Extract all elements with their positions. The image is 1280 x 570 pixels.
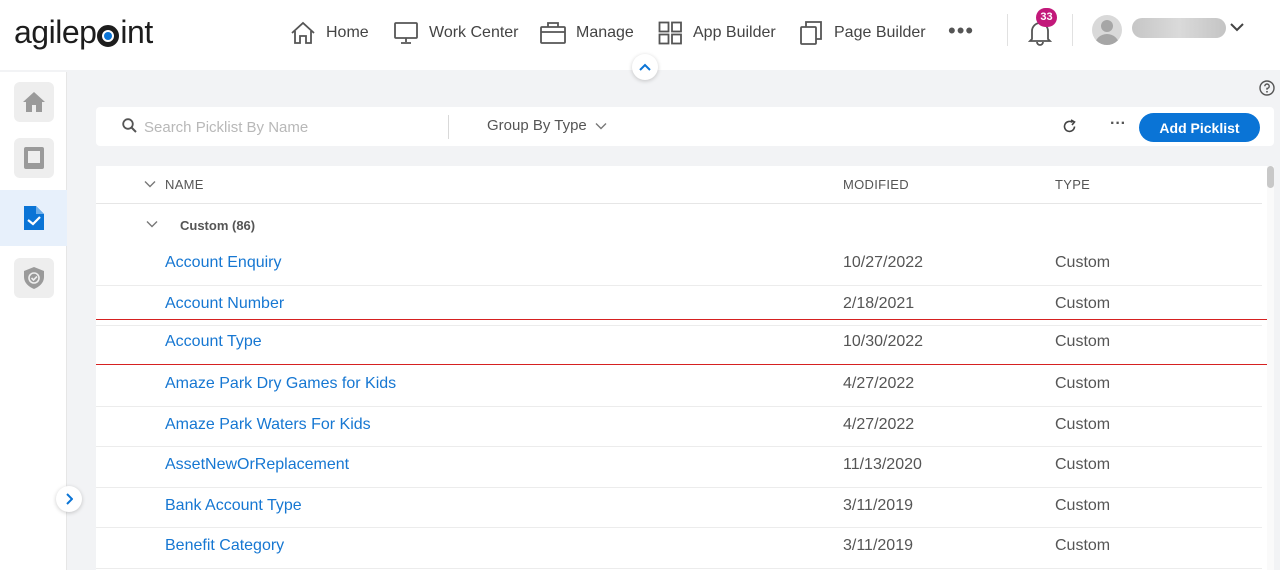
home-icon: [22, 92, 45, 112]
picklist-type: Custom: [1055, 415, 1111, 433]
nav-manage-label: Manage: [576, 24, 634, 41]
collapse-all-chevron-icon[interactable]: [144, 180, 156, 188]
modified-date: 3/11/2019: [843, 537, 913, 554]
help-icon[interactable]: [1259, 80, 1275, 96]
notification-badge: 33: [1036, 8, 1057, 27]
table-row[interactable]: Bank Account Type 3/11/2019 Custom: [96, 488, 1262, 528]
table-row[interactable]: Benefit Category 3/11/2019 Custom: [96, 528, 1262, 569]
top-bar: agilep int Home Work Center Manage App Bu…: [0, 0, 1280, 80]
picklist-name-link[interactable]: Account Type: [165, 333, 262, 351]
picklist-toolbar: Group By Type ··· Add Picklist: [96, 107, 1274, 146]
add-picklist-button[interactable]: Add Picklist: [1139, 113, 1260, 142]
chevron-down-icon: [146, 221, 158, 228]
rail-item-work-center[interactable]: [0, 130, 67, 186]
toolbar-divider: [448, 115, 449, 139]
user-icon: [1095, 20, 1119, 45]
collapse-header-button[interactable]: [632, 54, 658, 80]
nav-page-builder[interactable]: Page Builder: [799, 18, 926, 48]
chevron-down-icon: [595, 122, 607, 129]
rail-tile: [14, 198, 54, 238]
rail-tile: [13, 82, 54, 122]
group-by-label: Group By Type: [487, 117, 587, 134]
nav-home[interactable]: Home: [290, 18, 369, 48]
modified-date: 4/27/2022: [843, 415, 915, 433]
rail-tile: [13, 138, 54, 178]
nav-divider: [1007, 14, 1008, 46]
user-name-redacted[interactable]: [1132, 18, 1226, 38]
picklist-name-link[interactable]: Amaze Park Dry Games for Kids: [165, 375, 396, 393]
logo-text-start: agilep: [14, 14, 97, 50]
modified-date: 4/27/2022: [843, 375, 915, 392]
picklist-type: Custom: [1055, 333, 1111, 350]
left-rail: [0, 72, 82, 570]
modified-date: 11/13/2020: [843, 456, 922, 473]
picklist-type: Custom: [1055, 294, 1111, 312]
nav-manage[interactable]: Manage: [540, 18, 634, 48]
logo-o-icon: [97, 24, 120, 47]
briefcase-icon: [540, 22, 566, 44]
picklist-type: Custom: [1055, 254, 1111, 271]
picklist-icon: [23, 206, 44, 230]
table-row[interactable]: Amaze Park Dry Games for Kids 4/27/2022 …: [96, 366, 1262, 407]
home-icon: [291, 21, 315, 44]
picklist-table: NAME MODIFIED TYPE Custom (86) Account E…: [96, 166, 1274, 570]
agilepoint-logo[interactable]: agilep int: [14, 14, 153, 51]
scrollbar-thumb[interactable]: [1267, 166, 1274, 188]
group-row-custom[interactable]: Custom (86): [96, 205, 1262, 245]
column-header-name[interactable]: NAME: [165, 177, 204, 192]
nav-work-center[interactable]: Work Center: [393, 18, 519, 48]
picklist-name-link[interactable]: Account Number: [165, 295, 284, 313]
table-row[interactable]: AssetNewOrReplacement 11/13/2020 Custom: [96, 447, 1262, 488]
picklist-name-link[interactable]: Bank Account Type: [165, 497, 302, 515]
picklist-name-link[interactable]: Amaze Park Waters For Kids: [165, 416, 371, 434]
refresh-icon[interactable]: [1062, 119, 1077, 134]
picklist-type: Custom: [1055, 496, 1111, 514]
search-icon: [122, 118, 137, 133]
rail-tile: [13, 258, 54, 298]
column-header-modified[interactable]: MODIFIED: [843, 177, 909, 192]
table-row[interactable]: Account Enquiry 10/27/2022 Custom: [96, 245, 1262, 286]
chevron-down-icon[interactable]: [1230, 22, 1244, 32]
column-header-type[interactable]: TYPE: [1055, 177, 1090, 192]
search-input[interactable]: [144, 115, 434, 139]
picklist-type: Custom: [1055, 375, 1111, 392]
chevron-up-icon: [639, 63, 651, 71]
monitor-icon: [394, 22, 418, 44]
nav-work-center-label: Work Center: [429, 24, 519, 41]
modified-date: 3/11/2019: [843, 496, 913, 514]
nav-app-builder[interactable]: App Builder: [658, 18, 776, 48]
toolbar-more-icon[interactable]: ···: [1110, 115, 1126, 133]
avatar[interactable]: [1092, 15, 1122, 45]
modified-date: 10/27/2022: [843, 254, 924, 271]
table-row[interactable]: Amaze Park Waters For Kids 4/27/2022 Cus…: [96, 407, 1262, 447]
nav-divider: [1072, 14, 1073, 46]
table-header: NAME MODIFIED TYPE: [96, 166, 1262, 204]
group-label: Custom (86): [180, 218, 256, 233]
chevron-right-icon: [66, 493, 73, 505]
table-scrollbar[interactable]: [1267, 166, 1274, 570]
picklist-name-link[interactable]: Benefit Category: [165, 537, 284, 555]
picklist-name-link[interactable]: AssetNewOrReplacement: [165, 456, 349, 474]
picklist-type: Custom: [1055, 537, 1111, 554]
modified-date: 10/30/2022: [843, 333, 924, 350]
picklist-name-link[interactable]: Account Enquiry: [165, 254, 282, 272]
group-by-dropdown[interactable]: Group By Type: [487, 117, 607, 134]
expand-rail-button[interactable]: [56, 486, 82, 512]
nav-page-builder-label: Page Builder: [834, 24, 926, 41]
picklist-type: Custom: [1055, 456, 1111, 473]
rail-item-picklists[interactable]: [0, 190, 67, 246]
more-menu-icon[interactable]: •••: [948, 20, 974, 42]
logo-text-end: int: [120, 14, 153, 50]
nav-app-builder-label: App Builder: [693, 24, 776, 41]
table-row-highlighted[interactable]: Account Type 10/30/2022 Custom: [96, 319, 1272, 365]
rail-item-security[interactable]: [0, 250, 67, 306]
nav-home-label: Home: [326, 24, 369, 41]
tablet-icon: [23, 147, 44, 169]
shield-icon: [23, 267, 44, 289]
grid-icon: [658, 21, 682, 45]
pages-icon: [800, 21, 822, 45]
rail-item-home[interactable]: [0, 74, 67, 130]
modified-date: 2/18/2021: [843, 294, 915, 312]
